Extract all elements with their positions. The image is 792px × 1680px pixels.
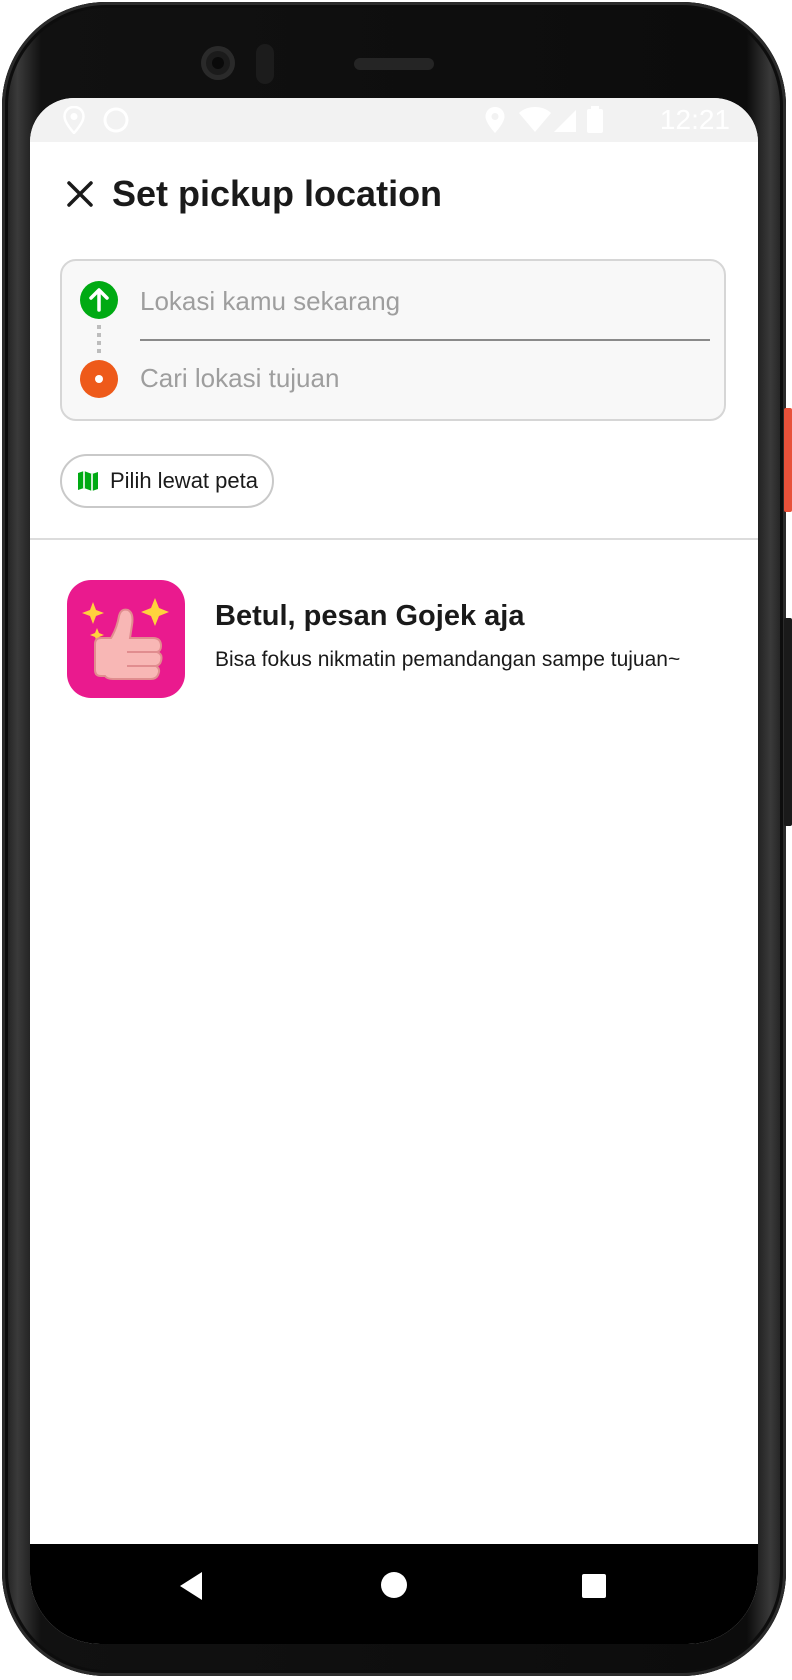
wifi-icon [518, 106, 552, 139]
pickup-arrow-icon [80, 281, 118, 319]
recents-icon[interactable] [582, 1574, 606, 1598]
close-icon[interactable] [64, 178, 96, 210]
destination-pin-icon [80, 360, 118, 398]
route-card [60, 259, 726, 421]
map-icon [76, 469, 100, 493]
circle-notification-icon [102, 106, 130, 139]
section-divider [30, 538, 758, 540]
volume-button [784, 618, 792, 826]
route-connector [97, 325, 101, 353]
proximity-sensor [256, 44, 274, 84]
home-icon[interactable] [381, 1572, 407, 1598]
promo-card: Betul, pesan Gojek aja Bisa fokus nikmat… [30, 568, 758, 698]
header: Set pickup location [30, 158, 758, 238]
power-button [784, 408, 792, 512]
page-title: Set pickup location [112, 173, 443, 214]
pickup-location-input[interactable] [140, 276, 706, 326]
status-bar: 12:21 [30, 98, 758, 142]
back-icon[interactable] [180, 1572, 202, 1600]
choose-on-map-label: Pilih lewat peta [110, 468, 258, 493]
location-icon [484, 106, 506, 139]
battery-icon [586, 106, 604, 139]
earpiece-speaker [354, 58, 434, 70]
signal-icon [552, 106, 578, 139]
map-pin-icon [62, 105, 86, 139]
front-camera [201, 46, 235, 80]
input-divider [140, 339, 710, 341]
device-frame: 12:21 Set pickup location Pilih lewat pe… [0, 0, 792, 1680]
status-time: 12:21 [659, 104, 730, 135]
screen: 12:21 Set pickup location Pilih lewat pe… [30, 98, 758, 1644]
system-nav-bar [30, 1544, 758, 1644]
destination-input[interactable] [140, 353, 706, 403]
thumbs-up-sparkle-icon [67, 580, 185, 698]
choose-on-map-button[interactable]: Pilih lewat peta [60, 454, 274, 508]
promo-title: Betul, pesan Gojek aja [215, 600, 525, 632]
promo-description: Bisa fokus nikmatin pemandangan sampe tu… [215, 648, 681, 671]
